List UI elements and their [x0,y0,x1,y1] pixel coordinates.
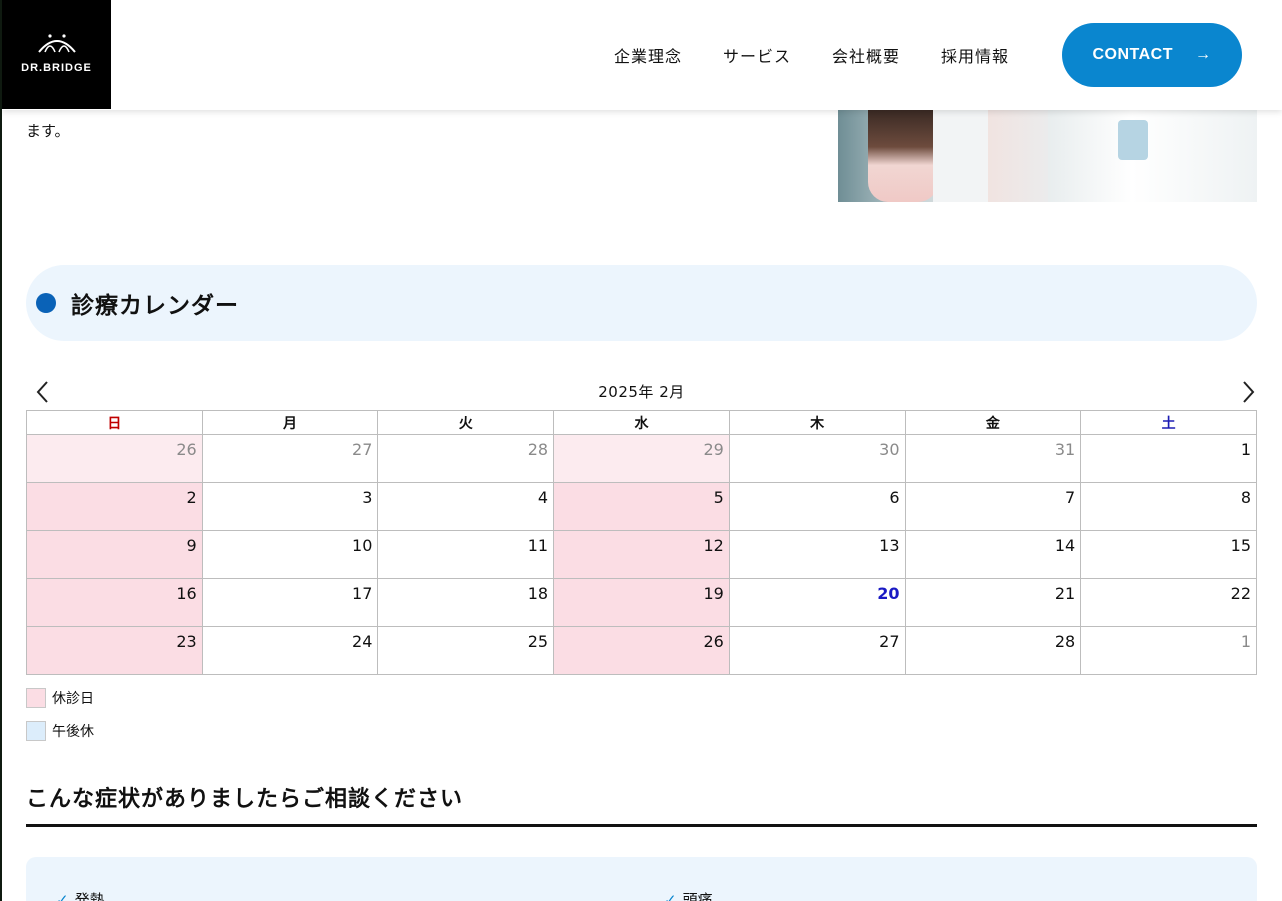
calendar-week-row: 16 17 18 19 20 21 22 [26,578,1257,627]
weekday-fri: 金 [904,410,1082,435]
main-nav: 企業理念 サービス 会社概要 採用情報 [614,0,1050,110]
calendar-day-cell[interactable]: 31 [904,434,1082,483]
calendar-day-cell[interactable]: 23 [26,626,203,675]
nav-item-recruit[interactable]: 採用情報 [941,43,1009,67]
legend-label-closed: 休診日 [52,691,94,707]
calendar-day-cell[interactable]: 18 [377,578,555,627]
calendar-day-cell[interactable]: 26 [553,626,730,675]
calendar-day-cell[interactable]: 13 [728,530,906,579]
calendar-day-cell[interactable]: 12 [553,530,730,579]
calendar-week-row: 9 10 11 12 13 14 15 [26,530,1257,579]
symptoms-title: こんな症状がありましたらご相談ください [26,787,464,812]
weekday-sun: 日 [26,410,203,435]
arrow-right-icon: → [1195,46,1212,63]
contact-button[interactable]: CONTACT → [1062,23,1242,87]
chevron-right-icon [1243,381,1255,403]
calendar-month-label: 2025年 2月 [598,383,685,401]
calendar-day-cell[interactable]: 27 [728,626,906,675]
calendar-day-cell[interactable]: 30 [728,434,906,483]
legend-afternoon-off: 午後休 [26,721,94,741]
calendar-day-cell[interactable]: 16 [26,578,203,627]
weekday-wed: 水 [553,410,730,435]
symptom-item: ✓ 頭痛 [664,889,713,901]
legend-swatch-closed [26,688,46,708]
nav-item-company[interactable]: 会社概要 [832,43,900,67]
calendar-day-cell[interactable]: 26 [26,434,203,483]
calendar-week-row: 2345678 [26,482,1257,531]
calendar-day-cell[interactable]: 8 [1080,482,1257,531]
calendar-day-cell[interactable]: 24 [201,626,379,675]
calendar-day-cell[interactable]: 9 [26,530,203,579]
weekday-thu: 木 [728,410,906,435]
nav-item-services[interactable]: サービス [723,43,791,67]
calendar-day-cell[interactable]: 28 [377,434,555,483]
legend-closed: 休診日 [26,688,94,708]
calendar-week-row: 23 24 25 26 27 28 1 [26,626,1257,675]
calendar-body: 26 27 28 29 30 31 1 2 3 4 5 6 7 8 9 10 11 12 13 14 15 16 17 18 1… [26,434,1257,675]
intro-text: ます。 [26,122,70,140]
doctor-patient-photo [838,110,1257,202]
weekday-mon: 月 [201,410,379,435]
calendar-day-cell[interactable]: 28 [904,626,1082,675]
symptom-item: ✓ 発熱 [56,889,105,901]
calendar-day-cell[interactable]: 1 [1080,626,1257,675]
logo[interactable]: DR.BRIDGE [2,0,111,109]
calendar-day-cell[interactable]: 20 [728,578,906,627]
calendar-day-cell[interactable]: 6 [728,482,906,531]
calendar-day-cell[interactable]: 22 [1080,578,1257,627]
calendar-day-cell[interactable]: 3 [201,482,379,531]
calendar-day-cell[interactable]: 25 [377,626,555,675]
calendar-day-cell[interactable]: 11 [377,530,555,579]
calendar-day-cell[interactable]: 5 [553,482,730,531]
calendar-week-row: 26 27 28 29 30 31 1 [26,434,1257,483]
check-icon: ✓ [664,890,677,901]
calendar-day-cell[interactable]: 15 [1080,530,1257,579]
calendar-day-cell[interactable]: 7 [904,482,1082,531]
symptoms-divider [26,824,1257,827]
site-header: DR.BRIDGE 企業理念 サービス 会社概要 採用情報 CONTACT → [2,0,1282,110]
bullet-dot-icon [36,293,56,313]
calendar-day-cell[interactable]: 27 [201,434,379,483]
calendar-title: 診療カレンダー [71,293,239,319]
symptoms-list: ✓ 発熱 ✓ 頭痛 [26,857,1257,901]
bridge-logo-icon [37,33,76,53]
symptom-label: 頭痛 [682,891,713,901]
contact-label: CONTACT [1092,46,1174,63]
calendar-day-cell[interactable]: 1 [1080,434,1257,483]
calendar-day-cell[interactable]: 29 [553,434,730,483]
legend-swatch-afternoon-off [26,721,46,741]
calendar-section-heading: 診療カレンダー [26,265,1257,341]
calendar-day-cell[interactable]: 21 [904,578,1082,627]
check-icon: ✓ [56,890,69,901]
logo-text: DR.BRIDGE [21,61,92,74]
page: DR.BRIDGE 企業理念 サービス 会社概要 採用情報 CONTACT → … [2,0,1282,901]
weekday-tue: 火 [377,410,555,435]
weekday-sat: 土 [1080,410,1257,435]
calendar-day-cell[interactable]: 10 [201,530,379,579]
calendar-day-cell[interactable]: 14 [904,530,1082,579]
calendar-nav: 2025年 2月 [26,376,1257,406]
calendar-day-cell[interactable]: 4 [377,482,555,531]
weekday-header-row: 日 月 火 水 木 金 土 [26,410,1257,435]
calendar-grid: 日 月 火 水 木 金 土 26 27 28 29 30 31 1 2 3 4 5 6 7 8 9 10 11 1… [26,410,1257,675]
legend-label-afternoon-off: 午後休 [52,724,94,740]
calendar-day-cell[interactable]: 17 [201,578,379,627]
symptom-label: 発熱 [74,891,105,901]
nav-item-philosophy[interactable]: 企業理念 [614,43,682,67]
calendar-day-cell[interactable]: 2 [26,482,203,531]
calendar-day-cell[interactable]: 19 [553,578,730,627]
next-month-button[interactable] [1233,378,1263,406]
